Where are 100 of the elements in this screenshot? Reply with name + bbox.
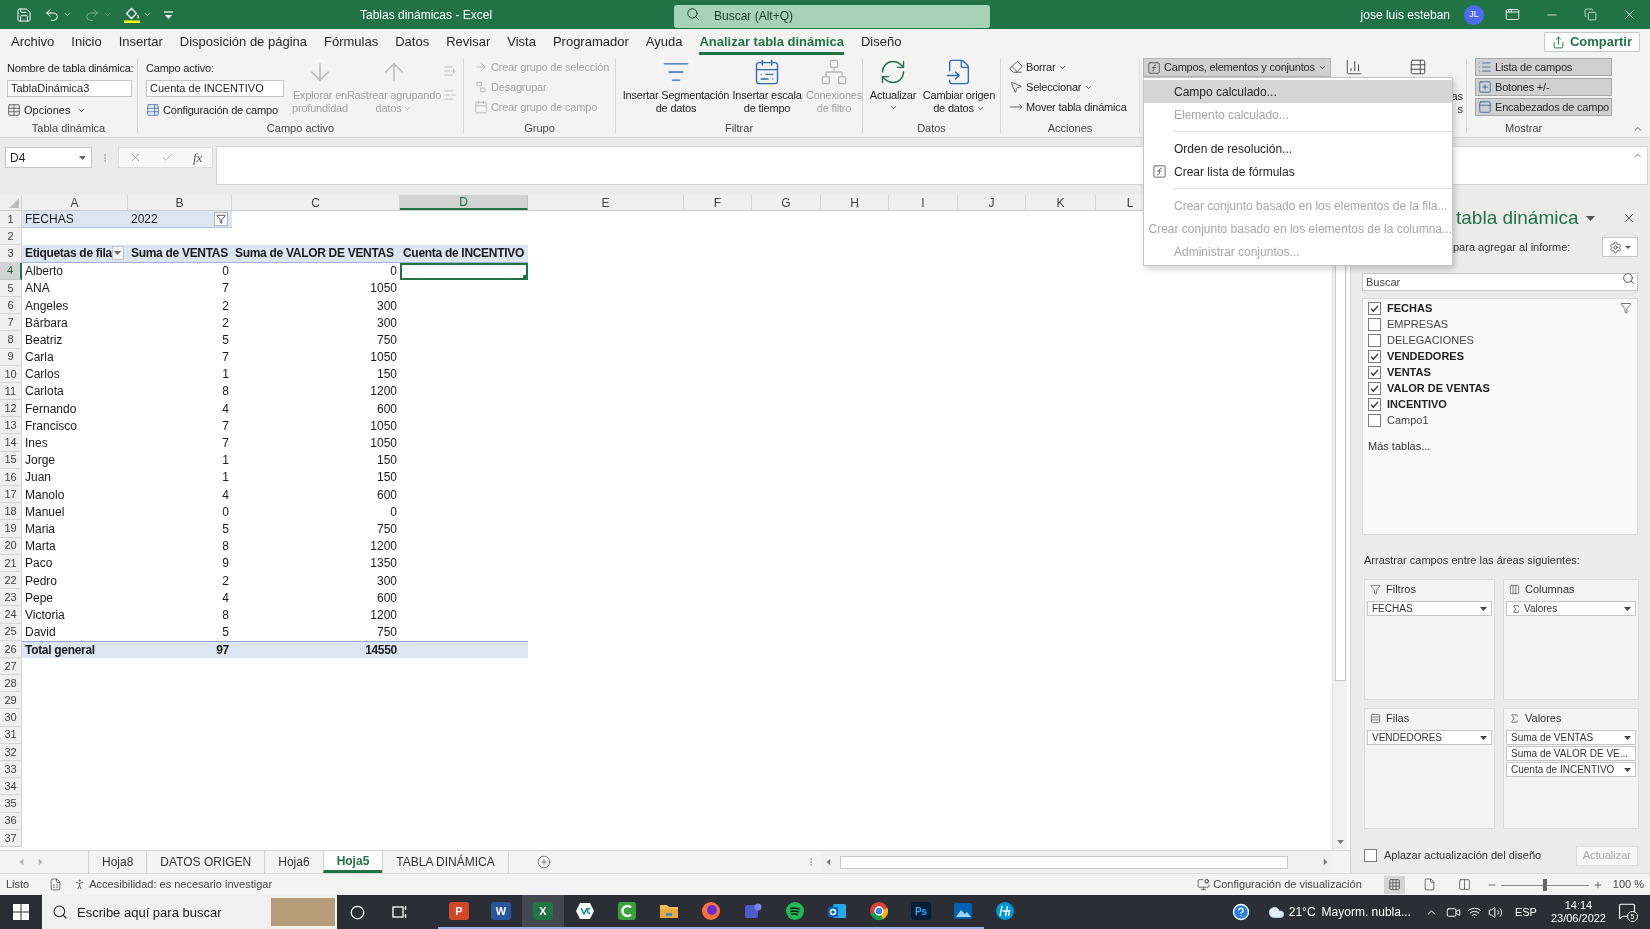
row-header[interactable]: 13 (0, 417, 22, 435)
caret-icon[interactable] (975, 104, 985, 113)
field-name[interactable]: VENDEDORES (1387, 347, 1465, 365)
toolbar-button[interactable] (44, 6, 72, 23)
sheet-tab[interactable]: Hoja5 (322, 851, 383, 873)
menu-tab[interactable]: Vista (507, 31, 536, 55)
field-name[interactable]: Campo1 (1387, 411, 1429, 429)
caret-icon[interactable] (1624, 735, 1631, 740)
caret-icon[interactable] (1625, 245, 1631, 249)
menu-tab[interactable]: Datos (395, 31, 430, 55)
menu-tab[interactable]: Revisar (446, 31, 491, 55)
windows-logo-icon[interactable] (13, 904, 29, 920)
caret-icon[interactable] (79, 155, 86, 160)
field-name[interactable]: VALOR DE VENTAS (1387, 379, 1490, 397)
ribbon-button[interactable]: Mover tabla dinámica (1009, 97, 1127, 117)
add-sheet-icon[interactable] (536, 855, 551, 869)
row-header[interactable]: 2 (0, 228, 22, 246)
dropdown-button[interactable] (111, 246, 124, 261)
row-header[interactable]: 12 (0, 400, 22, 418)
caret-icon[interactable] (1624, 606, 1631, 611)
checkbox[interactable] (1368, 349, 1381, 363)
row-header[interactable]: 19 (0, 520, 22, 538)
menu-item[interactable]: Campo calculado... (1144, 80, 1452, 103)
help-icon[interactable] (1231, 903, 1250, 921)
clock[interactable]: 14:14 23/06/2022 (1550, 899, 1606, 925)
toolbar-button[interactable] (124, 6, 152, 23)
active-field-input[interactable]: Cuenta de INCENTIVO (146, 80, 284, 97)
menu-tab[interactable]: Inicio (71, 31, 102, 55)
field-chip[interactable]: VENDEDORES (1367, 730, 1492, 745)
row-header[interactable]: 29 (0, 692, 22, 710)
user-avatar[interactable]: JL (1464, 4, 1484, 25)
field-name[interactable]: EMPRESAS (1387, 315, 1449, 333)
restore-icon[interactable] (1584, 8, 1597, 21)
row-header[interactable]: 28 (0, 675, 22, 693)
column-header[interactable]: B (128, 195, 232, 210)
row-header[interactable]: 34 (0, 778, 22, 796)
toggle-button[interactable]: Lista de campos (1475, 58, 1613, 76)
insert-function-button[interactable]: fx (193, 147, 203, 168)
field-settings-button[interactable]: Configuración de campo (146, 101, 292, 119)
row-header[interactable]: 8 (0, 331, 22, 349)
scroll-left-icon[interactable] (826, 858, 831, 866)
assistant-icon[interactable] (350, 904, 365, 920)
column-header[interactable]: G (752, 195, 821, 210)
menu-tab[interactable]: Insertar (118, 31, 163, 55)
checkbox[interactable] (1368, 381, 1381, 395)
toolbar-button[interactable] (164, 10, 173, 19)
close-icon[interactable] (1622, 7, 1637, 22)
caret-icon[interactable] (1317, 63, 1327, 72)
row-header[interactable]: 17 (0, 486, 22, 504)
menu-tab[interactable]: Fórmulas (324, 31, 379, 55)
toolbar-button[interactable] (16, 6, 32, 23)
column-header[interactable]: J (958, 195, 1026, 210)
caret-icon[interactable] (888, 103, 898, 112)
checkbox[interactable] (1368, 301, 1381, 315)
ribbon-button[interactable]: Seleccionar (1009, 77, 1127, 97)
fields-items-sets-button[interactable]: Campos, elementos y conjuntos (1143, 58, 1331, 77)
tools-button[interactable] (1602, 237, 1638, 257)
column-header[interactable]: I (889, 195, 958, 210)
row-header[interactable]: 14 (0, 434, 22, 452)
menu-item[interactable]: Orden de resolución... (1144, 137, 1452, 160)
pane-options-icon[interactable] (1586, 215, 1595, 221)
close-icon[interactable] (1622, 211, 1636, 225)
caret-icon[interactable] (114, 251, 122, 256)
search-field[interactable]: Buscar (Alt+Q) (674, 4, 990, 28)
change-source-button[interactable]: Cambiar origen de datos (919, 55, 999, 121)
field-name[interactable]: FECHAS (1387, 299, 1433, 317)
slicer-button[interactable]: Insertar Segmentación de datos (624, 55, 728, 121)
button-label[interactable]: s (1457, 103, 1463, 116)
menu-item[interactable]: Crear lista de fórmulas (1144, 160, 1452, 183)
row-header[interactable]: 24 (0, 606, 22, 624)
field-chip[interactable]: Suma de VALOR DE VE... (1506, 746, 1636, 761)
field-name[interactable]: VENTAS (1387, 363, 1431, 381)
ribbon-button[interactable]: Borrar (1009, 57, 1127, 77)
field-chip[interactable]: Valores (1506, 601, 1636, 616)
row-header[interactable]: 30 (0, 709, 22, 727)
filter-button[interactable] (214, 212, 228, 227)
menu-tab[interactable]: Disposición de página (179, 31, 307, 55)
row-header[interactable]: 35 (0, 795, 22, 813)
refresh-button[interactable]: Actualizar (867, 55, 919, 121)
view-button[interactable] (1383, 875, 1405, 894)
timeline-button[interactable]: Insertar escala de tiempo (728, 55, 806, 121)
field-chip[interactable]: FECHAS (1367, 601, 1492, 616)
menu-tab[interactable]: Archivo (11, 31, 55, 55)
row-header[interactable]: 3 (0, 245, 22, 263)
field-chip[interactable]: Cuenta de INCENTIVO (1506, 762, 1636, 777)
macro-icon[interactable] (49, 878, 63, 891)
checkbox[interactable] (1368, 333, 1381, 347)
scroll-right-icon[interactable] (1323, 858, 1328, 866)
row-header[interactable]: 1 (0, 211, 22, 229)
column-header[interactable]: K (1026, 195, 1096, 210)
column-header[interactable]: A (22, 195, 128, 210)
checkbox[interactable] (1368, 413, 1381, 427)
zoom-slider[interactable] (1500, 878, 1589, 891)
menu-tab[interactable]: Diseño (860, 31, 902, 55)
row-header[interactable]: 7 (0, 314, 22, 332)
options-button[interactable]: Opciones (7, 101, 134, 119)
language-indicator[interactable]: ESP (1514, 903, 1537, 921)
selected-cell[interactable] (400, 262, 528, 280)
column-header[interactable]: D (400, 195, 528, 210)
more-tables-link[interactable]: Más tablas... (1368, 438, 1431, 455)
